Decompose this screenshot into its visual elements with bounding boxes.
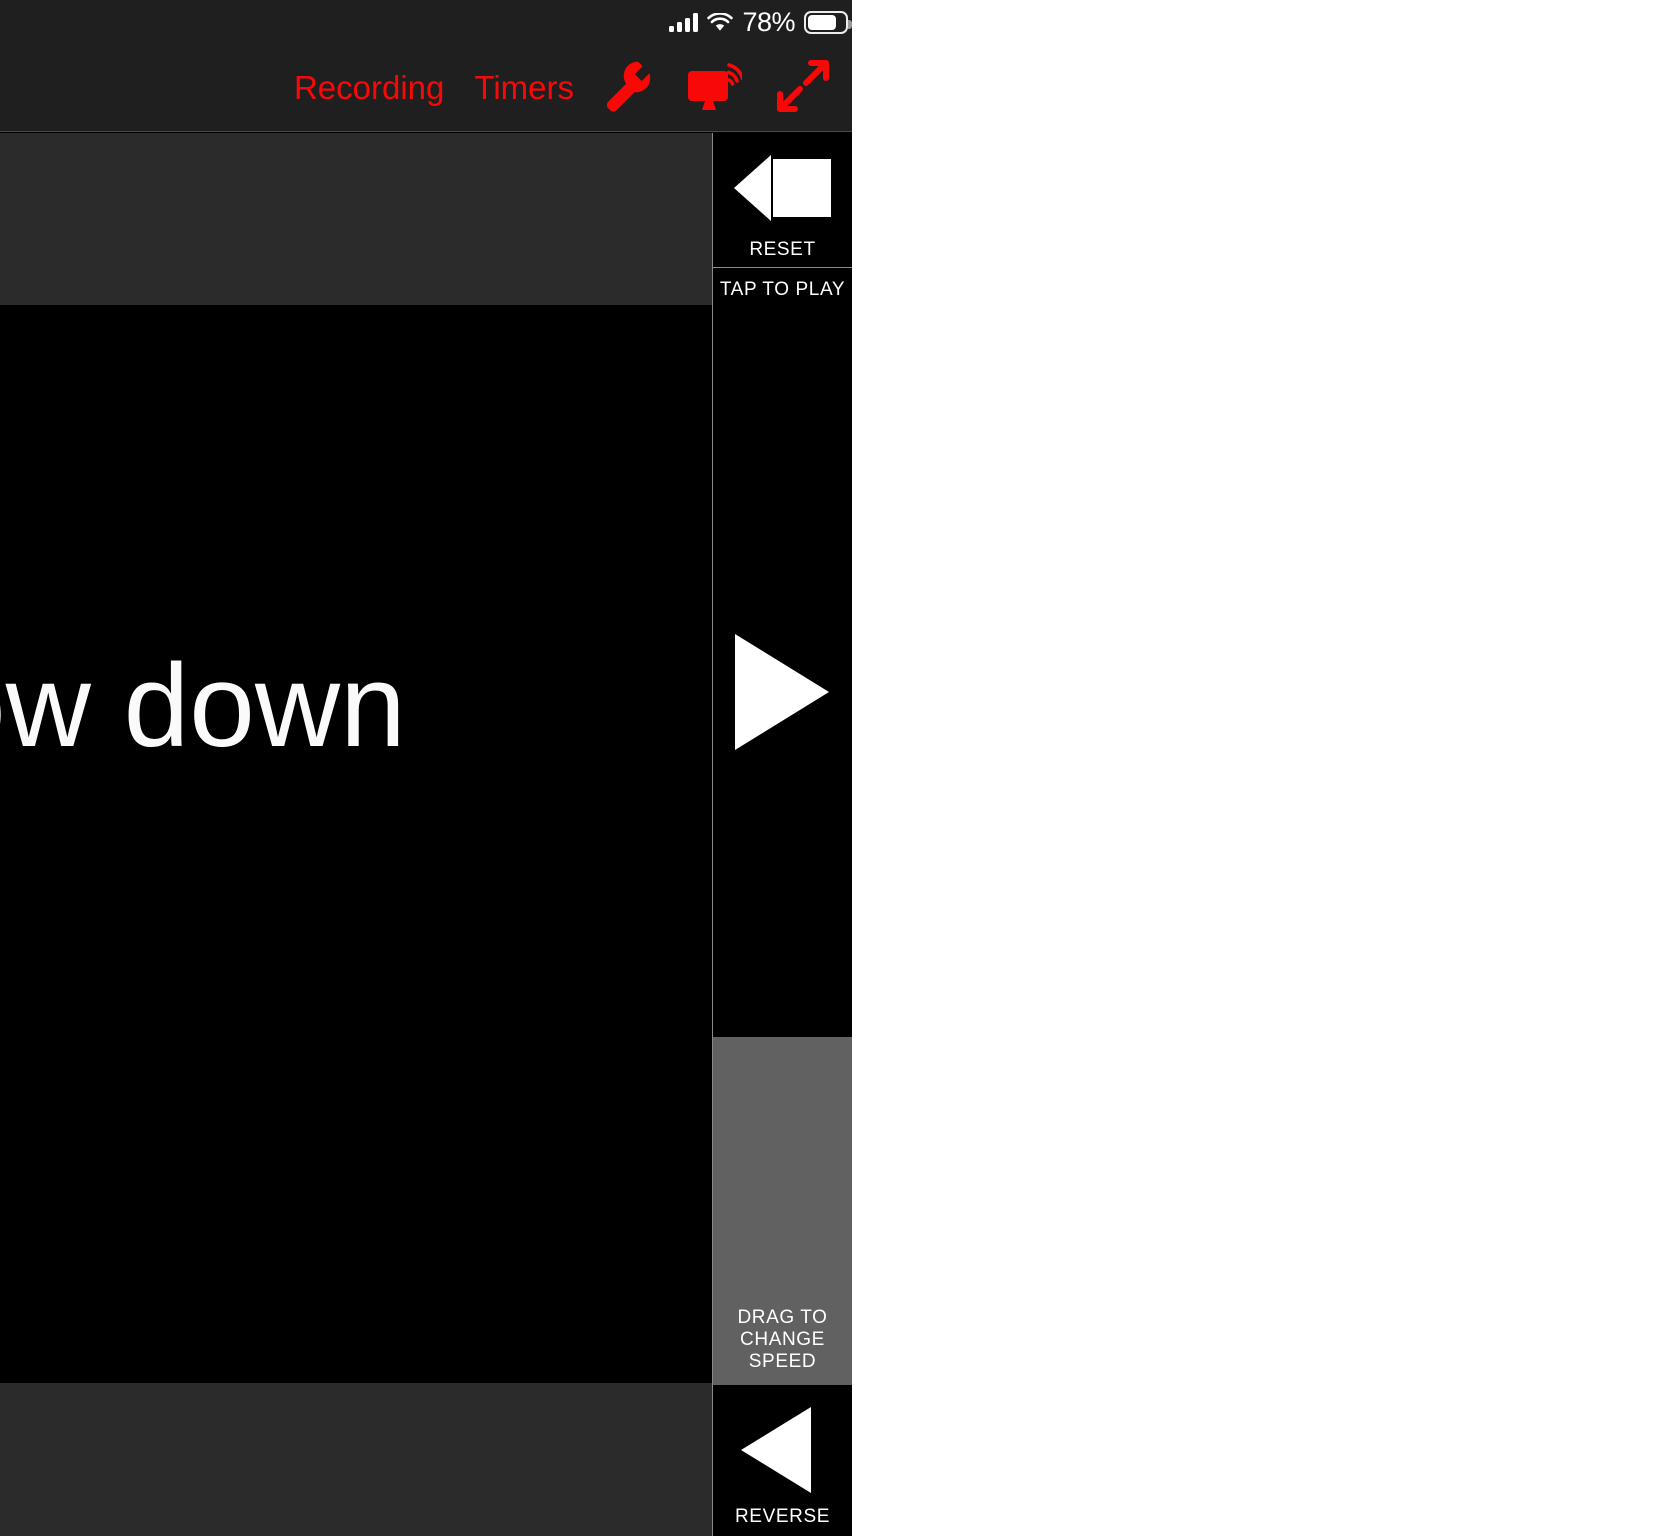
speed-hint-line-3: SPEED bbox=[748, 1351, 817, 1373]
reset-button[interactable]: RESET bbox=[713, 133, 852, 268]
expand-fullscreen-icon[interactable] bbox=[776, 59, 830, 118]
battery-percentage: 78% bbox=[742, 6, 795, 37]
video-player-surface[interactable]: ow down bbox=[0, 305, 712, 1383]
navigation-bar: Recording Timers bbox=[0, 44, 852, 132]
app-root: 78% Recording Timers w down RESET TAP TO… bbox=[0, 0, 852, 1536]
reverse-label: REVERSE bbox=[734, 1506, 830, 1527]
content-pane: ow down bbox=[0, 133, 712, 1536]
speed-hint-line-2: CHANGE bbox=[740, 1329, 825, 1351]
battery-icon bbox=[804, 10, 852, 34]
wifi-icon bbox=[707, 12, 734, 32]
cellular-signal-icon bbox=[669, 12, 699, 32]
video-caption-text: ow down bbox=[0, 640, 406, 772]
reverse-triangle-icon bbox=[741, 1407, 811, 1493]
wrench-icon[interactable] bbox=[604, 59, 652, 118]
speed-hint-line-1: DRAG TO bbox=[737, 1307, 828, 1329]
reverse-button[interactable]: REVERSE bbox=[713, 1385, 852, 1536]
playback-control-panel: RESET TAP TO PLAY DRAG TO CHANGE SPEED R… bbox=[712, 133, 852, 1536]
skip-to-start-icon bbox=[713, 155, 852, 221]
play-triangle-icon bbox=[735, 634, 829, 750]
nav-link-timers[interactable]: Timers bbox=[474, 69, 574, 107]
airplay-screen-mirroring-icon[interactable] bbox=[686, 59, 745, 118]
status-bar: 78% bbox=[0, 0, 852, 44]
speed-hint-label: DRAG TO CHANGE SPEED bbox=[713, 1307, 852, 1373]
speed-drag-slider[interactable]: DRAG TO CHANGE SPEED bbox=[713, 1037, 852, 1385]
play-button[interactable]: TAP TO PLAY bbox=[713, 269, 852, 1037]
tap-to-play-label: TAP TO PLAY bbox=[719, 279, 846, 300]
reset-label: RESET bbox=[749, 239, 816, 260]
status-bar-indicators: 78% bbox=[669, 6, 852, 38]
nav-link-recording[interactable]: Recording bbox=[294, 69, 444, 107]
